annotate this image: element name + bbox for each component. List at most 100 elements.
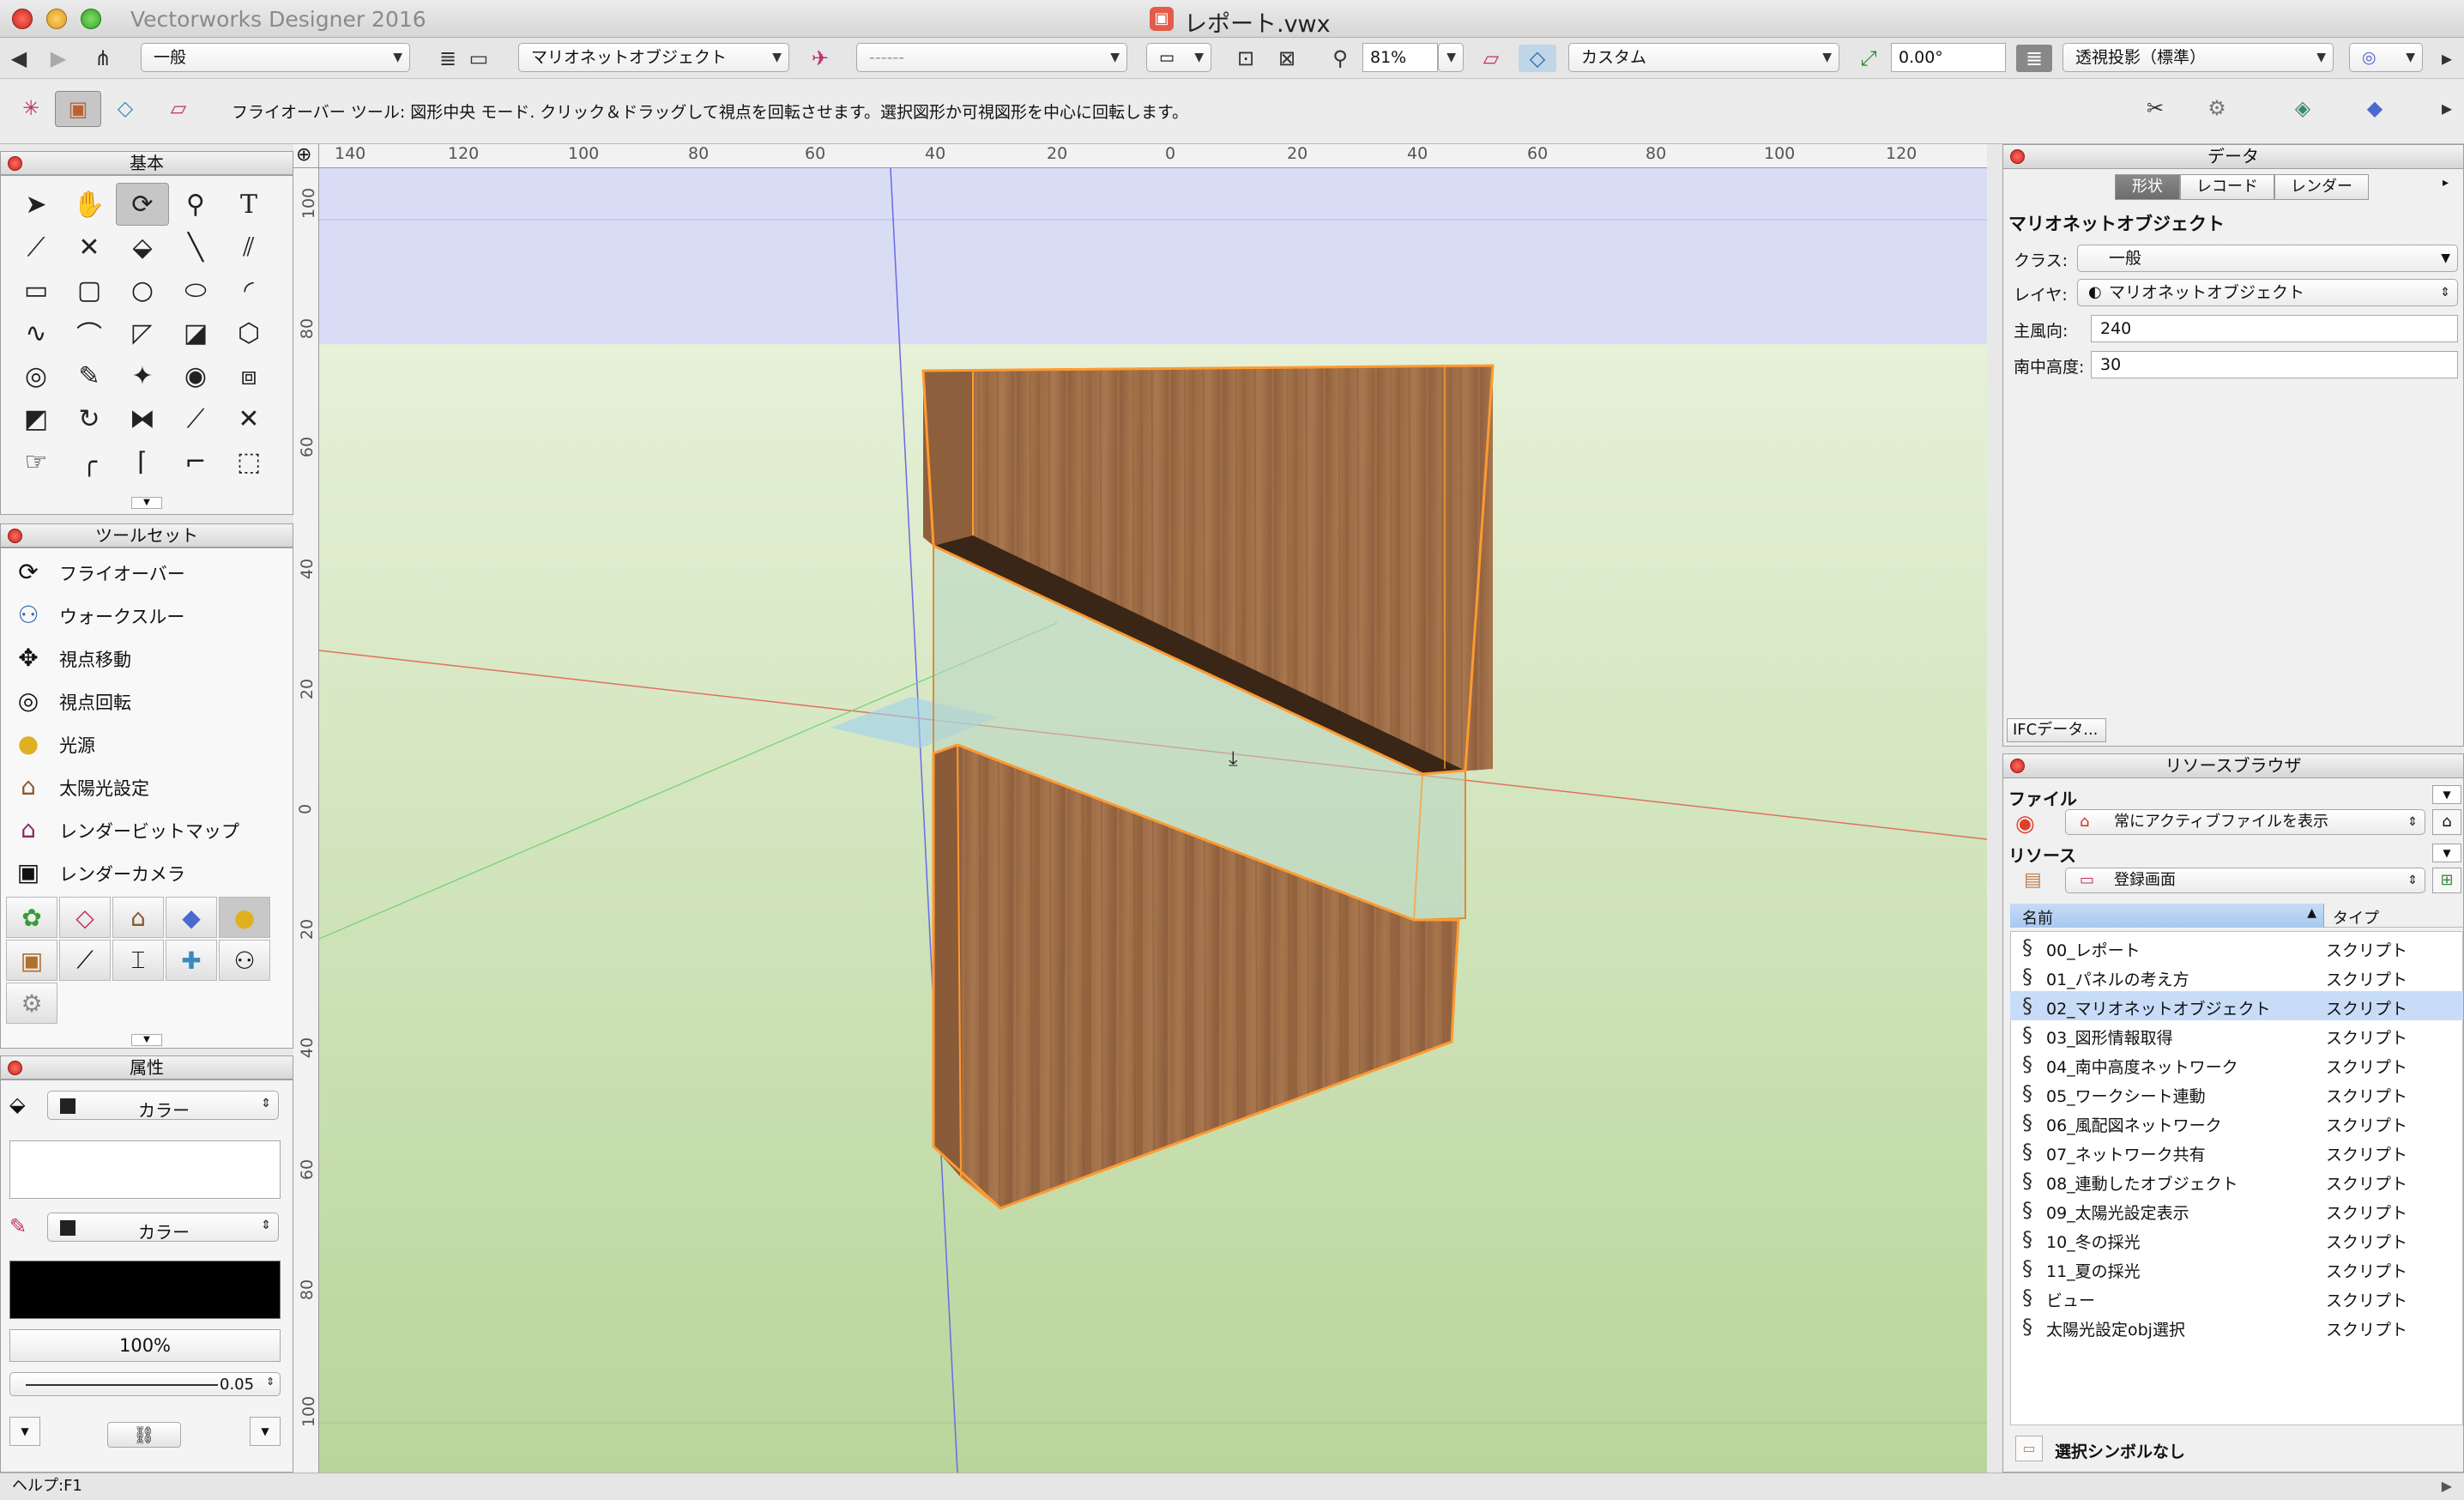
ground-plane-mode-icon[interactable]: ◇ — [112, 94, 139, 122]
drawing-viewport[interactable]: ⤓ — [319, 168, 1987, 1473]
toolset-item-walkthrough[interactable]: ⚇ ウォークスルー — [1, 593, 293, 636]
eraser-tool-icon[interactable]: ⬚ — [222, 440, 275, 483]
reshape-tool-icon[interactable]: ◩ — [9, 397, 63, 440]
structure-tools-icon[interactable]: ⌶ — [112, 940, 164, 981]
text-tool-icon[interactable]: T — [222, 183, 275, 226]
chamfer-tool-icon[interactable]: ⌈ — [116, 440, 169, 483]
sheet-popup[interactable]: ------ ▼ — [856, 43, 1127, 72]
pen-preview[interactable] — [9, 1261, 281, 1319]
magic-wand-tool-icon[interactable]: ✦ — [116, 354, 169, 397]
new-resource-button[interactable]: ⊞ — [2432, 868, 2461, 893]
snap-icon[interactable]: ✂ — [2141, 94, 2169, 122]
spaces-tools-icon[interactable]: ⚇ — [219, 940, 270, 981]
toolset-item-sun-settings[interactable]: ⌂ 太陽光設定 — [1, 765, 293, 807]
view-popup[interactable]: カスタム ▼ — [1568, 43, 1839, 72]
arc-tool-icon[interactable]: ◜ — [222, 269, 275, 311]
line-tool-icon[interactable]: ╲ — [169, 226, 222, 269]
list-item[interactable]: § 09_太陽光設定表示 スクリプト — [2010, 1195, 2463, 1225]
rotate-tool-icon[interactable]: ↻ — [63, 397, 116, 440]
3d-tools-icon[interactable]: ◆ — [166, 897, 217, 938]
standard-view-icon[interactable]: ◇ — [1519, 45, 1556, 72]
resource-folder-popup[interactable]: ▭ 登録画面 ⇕ — [2065, 868, 2425, 893]
freehand-tool-icon[interactable]: ∿ — [9, 311, 63, 354]
layer-options-icon[interactable]: ▭ — [465, 45, 492, 72]
status-expand-icon[interactable]: ▶ — [2442, 1473, 2452, 1499]
spiral-tool-icon[interactable]: ◎ — [9, 354, 63, 397]
layer-popup[interactable]: マリオネットオブジェクト ▼ — [518, 43, 789, 72]
minimize-window-button[interactable] — [46, 9, 67, 29]
list-item[interactable]: § 10_冬の採光 スクリプト — [2010, 1225, 2463, 1254]
palette-menu-icon[interactable]: ▸ — [2443, 176, 2449, 190]
dimension-tool-icon[interactable]: ⟋ — [9, 226, 63, 269]
list-item[interactable]: § 03_図形情報取得 スクリプト — [2010, 1020, 2463, 1049]
page-popup[interactable]: ▭ ▼ — [1146, 43, 1211, 72]
close-palette-button[interactable] — [2010, 149, 2025, 164]
working-plane-icon[interactable]: ⤢ — [1855, 45, 1882, 72]
azimuth-field[interactable]: 240 — [2091, 315, 2458, 342]
zoom-icon[interactable]: ⚲ — [1326, 45, 1354, 72]
back-arrow-icon[interactable]: ◀ — [5, 45, 33, 72]
line-weight-popup[interactable]: 0.05 ⇕ — [9, 1372, 281, 1396]
palette-expand-icon[interactable]: ▼ — [131, 497, 162, 509]
tab-record[interactable]: レコード — [2180, 174, 2274, 200]
fit-to-page-icon[interactable]: ⊠ — [1273, 45, 1301, 72]
fit-to-objects-icon[interactable]: ⊡ — [1232, 45, 1259, 72]
close-palette-button[interactable] — [8, 529, 22, 543]
list-item[interactable]: § 11_夏の採光 スクリプト — [2010, 1254, 2463, 1283]
circle-tool-icon[interactable]: ○ — [116, 269, 169, 311]
file-menu-button[interactable]: ▼ — [2432, 785, 2461, 804]
site-tools-icon[interactable]: ✿ — [6, 897, 57, 938]
projection-icon[interactable]: ≣ — [2016, 45, 2052, 72]
plane-mode-icon[interactable]: ▱ — [165, 94, 192, 122]
forward-arrow-icon[interactable]: ▶ — [45, 45, 72, 72]
marionette-tools-icon[interactable]: ⚙ — [6, 983, 57, 1024]
fill-preview[interactable] — [9, 1140, 281, 1199]
list-item[interactable]: § 07_ネットワーク共有 スクリプト — [2010, 1137, 2463, 1166]
flyover-tool-icon[interactable]: ⟳ — [116, 183, 169, 226]
file-popup[interactable]: ⌂ 常にアクティブファイルを表示 ⇕ — [2065, 809, 2425, 835]
fillet-tool-icon[interactable]: ╭ — [63, 440, 116, 483]
3d-scene[interactable]: ⤓ — [319, 168, 1987, 1473]
list-item-selected[interactable]: § 02_マリオネットオブジェクト スクリプト — [2010, 991, 2463, 1020]
list-item[interactable]: § 05_ワークシート連動 スクリプト — [2010, 1079, 2463, 1108]
close-palette-button[interactable] — [8, 156, 22, 171]
close-window-button[interactable] — [12, 9, 33, 29]
ruler-origin[interactable]: ⊕ — [293, 144, 319, 168]
tab-shape[interactable]: 形状 — [2115, 174, 2180, 200]
palette-expand-icon[interactable]: ▼ — [131, 1034, 162, 1046]
flyover-center-mode-icon[interactable]: ✳ — [17, 94, 45, 122]
list-item[interactable]: § 08_連動したオブジェクト スクリプト — [2010, 1166, 2463, 1195]
visibility-icon[interactable]: ◈ — [2289, 94, 2316, 122]
3d-locus-tool-icon[interactable]: ⬙ — [116, 226, 169, 269]
toolset-item-flyover[interactable]: ⟳ フライオーバー — [1, 550, 293, 593]
rounded-rectangle-tool-icon[interactable]: ▢ — [63, 269, 116, 311]
zoom-menu-button[interactable]: ▼ — [1438, 43, 1464, 72]
list-item[interactable]: § 00_レポート スクリプト — [2010, 933, 2463, 962]
dims-tools-icon[interactable]: ◇ — [59, 897, 111, 938]
close-palette-button[interactable] — [2010, 759, 2025, 773]
detail-tools-icon[interactable]: ⟋ — [59, 940, 111, 981]
toolset-item-light[interactable]: ● 光源 — [1, 722, 293, 765]
column-type-header[interactable]: タイプ — [2333, 906, 2379, 928]
rectangle-tool-icon[interactable]: ▭ — [9, 269, 63, 311]
mode-overflow-icon[interactable]: ▸ — [2433, 94, 2461, 122]
polygon-tool-icon[interactable]: ◸ — [116, 311, 169, 354]
zoom-tool-icon[interactable]: ⚲ — [169, 183, 222, 226]
eyedropper-tool-icon[interactable]: ✎ — [63, 354, 116, 397]
toolset-item-rotate-view[interactable]: ◎ 視点回転 — [1, 679, 293, 722]
angle-field[interactable]: 0.00° — [1891, 43, 2006, 72]
opacity-button[interactable]: 100% — [9, 1329, 281, 1362]
list-item[interactable]: § ビュー スクリプト — [2010, 1283, 2463, 1312]
building-tools-icon[interactable]: ⌂ — [112, 897, 164, 938]
zoom-field[interactable]: 81% — [1362, 43, 1438, 72]
oval-tool-icon[interactable]: ⬭ — [169, 269, 222, 311]
class-field-popup[interactable]: 一般 ▼ — [2077, 245, 2458, 272]
offset-tool-icon[interactable]: ⌐ — [169, 440, 222, 483]
fill-style-popup[interactable]: カラー ⇕ — [47, 1091, 279, 1121]
close-palette-button[interactable] — [8, 1061, 22, 1075]
visualization-tools-icon[interactable]: ● — [219, 897, 270, 938]
polyline-tool-icon[interactable]: ⌒ — [63, 311, 116, 354]
layer-stack-icon[interactable]: ≣ — [434, 45, 462, 72]
visibility-tool-icon[interactable]: ◉ — [169, 354, 222, 397]
selection-tool-icon[interactable]: ➤ — [9, 183, 63, 226]
